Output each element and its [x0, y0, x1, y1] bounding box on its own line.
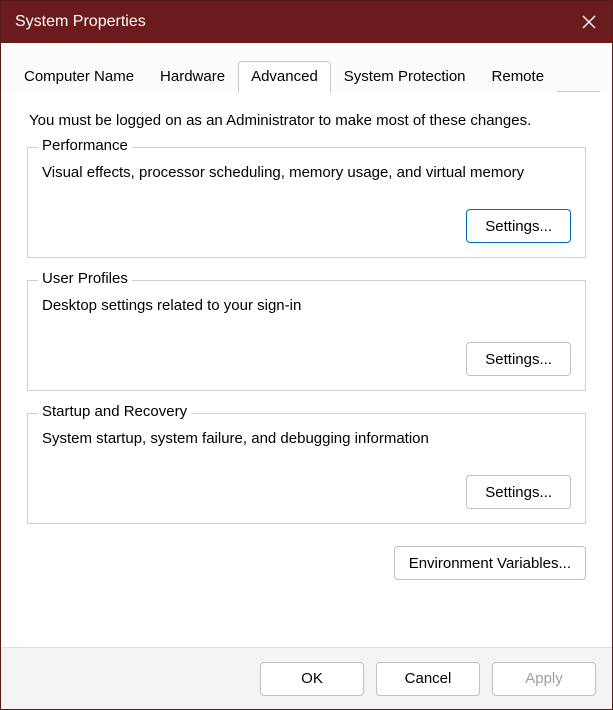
cancel-button[interactable]: Cancel: [376, 662, 480, 696]
group-performance-legend: Performance: [38, 137, 132, 154]
group-startup-recovery-legend: Startup and Recovery: [38, 403, 191, 420]
group-performance: Performance Visual effects, processor sc…: [27, 147, 586, 258]
user-profiles-settings-button[interactable]: Settings...: [466, 342, 571, 376]
admin-note: You must be logged on as an Administrato…: [29, 112, 590, 129]
dialog-footer: OK Cancel Apply: [1, 647, 612, 709]
performance-settings-button[interactable]: Settings...: [466, 209, 571, 243]
group-user-profiles-desc: Desktop settings related to your sign-in: [42, 297, 571, 314]
ok-button[interactable]: OK: [260, 662, 364, 696]
system-properties-window: System Properties Computer Name Hardware…: [0, 0, 613, 710]
close-button[interactable]: [578, 11, 600, 33]
group-startup-recovery-desc: System startup, system failure, and debu…: [42, 430, 571, 447]
tab-hardware[interactable]: Hardware: [147, 61, 238, 92]
startup-recovery-settings-button[interactable]: Settings...: [466, 475, 571, 509]
group-user-profiles-legend: User Profiles: [38, 270, 132, 287]
group-user-profiles: User Profiles Desktop settings related t…: [27, 280, 586, 391]
tab-content-advanced: You must be logged on as an Administrato…: [1, 92, 612, 647]
window-title: System Properties: [15, 13, 146, 31]
tab-system-protection[interactable]: System Protection: [331, 61, 479, 92]
group-startup-recovery: Startup and Recovery System startup, sys…: [27, 413, 586, 524]
environment-variables-button[interactable]: Environment Variables...: [394, 546, 586, 580]
tab-remote[interactable]: Remote: [479, 61, 558, 92]
group-performance-desc: Visual effects, processor scheduling, me…: [42, 164, 571, 181]
tab-strip: Computer Name Hardware Advanced System P…: [1, 43, 612, 92]
close-icon: [582, 15, 596, 29]
apply-button[interactable]: Apply: [492, 662, 596, 696]
titlebar: System Properties: [1, 1, 612, 43]
tab-computer-name[interactable]: Computer Name: [11, 61, 147, 92]
tab-advanced[interactable]: Advanced: [238, 61, 331, 93]
